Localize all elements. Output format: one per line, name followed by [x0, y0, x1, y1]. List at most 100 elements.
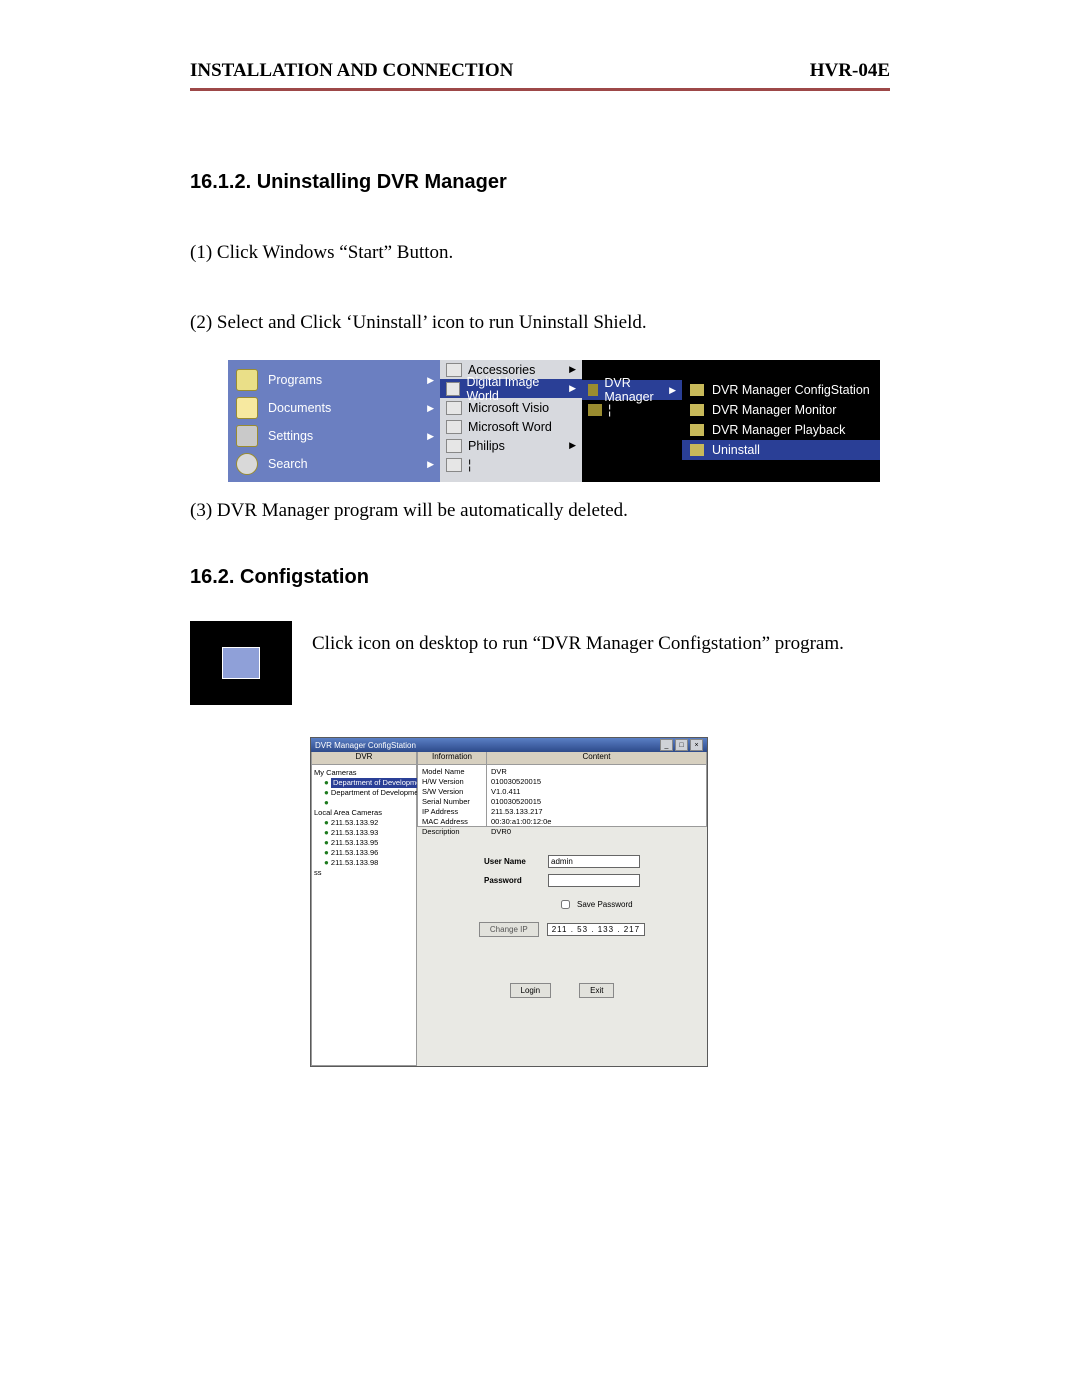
app-icon: [690, 444, 704, 456]
app-icon: [222, 647, 260, 679]
exit-button[interactable]: Exit: [579, 983, 614, 998]
tree-node[interactable]: Local Area Cameras: [314, 808, 414, 818]
window-title: DVR Manager ConfigStation: [315, 741, 416, 750]
start-menu-screenshot: Programs ▶ Documents ▶ Settings ▶ Search…: [228, 360, 880, 482]
chevron-right-icon: ▶: [569, 440, 576, 451]
info-key: MAC Address: [422, 817, 482, 827]
info-value: V1.0.411: [491, 787, 702, 797]
section-16-2-text: Click icon on desktop to run “DVR Manage…: [312, 621, 844, 655]
start-item-programs[interactable]: Programs ▶: [228, 366, 440, 394]
tree-node[interactable]: ● 211.53.133.93: [314, 828, 414, 838]
folder-icon: [588, 404, 602, 416]
save-password-label: Save Password: [577, 900, 633, 909]
tree-node[interactable]: ● 211.53.133.98: [314, 858, 414, 868]
chevron-right-icon: ▶: [427, 403, 434, 414]
submenu-item[interactable]: DVR Manager Playback: [682, 420, 880, 440]
tree-node[interactable]: ● Department of Development #1: [314, 778, 414, 788]
chevron-right-icon: ▶: [569, 383, 576, 394]
submenu-item[interactable]: DVR Manager Monitor: [682, 400, 880, 420]
program-icon: [446, 382, 460, 396]
start-item-search[interactable]: Search ▶: [228, 450, 440, 478]
info-key: Model Name: [422, 767, 482, 777]
password-label: Password: [484, 876, 538, 885]
dvr-item[interactable]: ¦: [582, 400, 682, 420]
section-16-2-title: 16.2. Configstation: [190, 566, 890, 589]
info-panel: Information Model NameH/W VersionS/W Ver…: [417, 752, 707, 827]
search-icon: [236, 453, 258, 475]
ip-address-field[interactable]: 211 . 53 . 133 . 217: [547, 923, 645, 936]
username-label: User Name: [484, 857, 538, 866]
login-button[interactable]: Login: [510, 983, 552, 998]
program-icon: [446, 439, 462, 453]
step-1: (1) Click Windows “Start” Button.: [190, 242, 890, 264]
save-password-checkbox[interactable]: [561, 900, 570, 909]
window-titlebar: DVR Manager ConfigStation _ □ ×: [311, 738, 707, 752]
change-ip-button[interactable]: Change IP: [479, 922, 539, 937]
header-right: HVR-04E: [810, 60, 890, 82]
step-3: (3) DVR Manager program will be automati…: [190, 500, 890, 522]
info-key: Serial Number: [422, 797, 482, 807]
username-input[interactable]: [548, 855, 640, 868]
chevron-right-icon: ▶: [427, 459, 434, 470]
step-2: (2) Select and Click ‘Uninstall’ icon to…: [190, 312, 890, 334]
app-icon: [690, 424, 704, 436]
program-icon: [446, 401, 462, 415]
submenu-item[interactable]: DVR Manager ConfigStation: [682, 380, 880, 400]
app-icon: [690, 404, 704, 416]
tree-node[interactable]: ● 211.53.133.96: [314, 848, 414, 858]
settings-icon: [236, 425, 258, 447]
dvr-tree[interactable]: My Cameras● Department of Development #1…: [312, 765, 416, 881]
password-input[interactable]: [548, 874, 640, 887]
tree-node[interactable]: ● 211.53.133.95: [314, 838, 414, 848]
program-item[interactable]: Philips▶: [440, 436, 582, 455]
info-header-left: Information: [418, 752, 486, 765]
start-item-documents[interactable]: Documents ▶: [228, 394, 440, 422]
close-button[interactable]: ×: [690, 739, 703, 751]
programs-submenu: Accessories▶Digital Image World▶Microsof…: [440, 360, 582, 482]
info-value: DVR: [491, 767, 702, 777]
chevron-right-icon: ▶: [669, 385, 676, 396]
folder-icon: [588, 384, 598, 396]
program-item[interactable]: Microsoft Word: [440, 417, 582, 436]
dvr-item[interactable]: DVR Manager▶: [582, 380, 682, 400]
info-value: 00:30:a1:00:12:0e: [491, 817, 702, 827]
program-icon: [446, 458, 462, 472]
maximize-button[interactable]: □: [675, 739, 688, 751]
program-icon: [446, 420, 462, 434]
info-value: 211.53.133.217: [491, 807, 702, 817]
documents-icon: [236, 397, 258, 419]
chevron-right-icon: ▶: [427, 375, 434, 386]
section-16-1-2-title: 16.1.2. Uninstalling DVR Manager: [190, 171, 890, 194]
tree-header: DVR: [312, 752, 416, 765]
info-value: 010030520015: [491, 797, 702, 807]
tree-node[interactable]: ●: [314, 798, 414, 808]
program-item[interactable]: Microsoft Visio: [440, 398, 582, 417]
configstation-window: DVR Manager ConfigStation _ □ × DVR My C…: [310, 737, 708, 1067]
tree-node[interactable]: ss: [314, 868, 414, 878]
header-rule: [190, 88, 890, 91]
minimize-button[interactable]: _: [660, 739, 673, 751]
programs-icon: [236, 369, 258, 391]
chevron-right-icon: ▶: [427, 431, 434, 442]
app-icon: [690, 384, 704, 396]
program-item[interactable]: ¦: [440, 455, 582, 474]
tree-node[interactable]: My Cameras: [314, 768, 414, 778]
configstation-desktop-icon[interactable]: [190, 621, 292, 705]
login-area: User Name Password Save Password Ch: [417, 827, 707, 1066]
dvr-tree-panel: DVR My Cameras● Department of Developmen…: [311, 752, 417, 1066]
header-left: INSTALLATION AND CONNECTION: [190, 60, 513, 82]
tree-node[interactable]: ● Department of Development #2: [314, 788, 414, 798]
start-item-settings[interactable]: Settings ▶: [228, 422, 440, 450]
info-header-right: Content: [487, 752, 706, 765]
dvr-manager-submenu: DVR Manager ConfigStationDVR Manager Mon…: [682, 360, 880, 482]
program-icon: [446, 363, 462, 377]
dvr-submenu: DVR Manager▶¦: [582, 360, 682, 482]
tree-node[interactable]: ● 211.53.133.92: [314, 818, 414, 828]
info-key: S/W Version: [422, 787, 482, 797]
chevron-right-icon: ▶: [569, 364, 576, 375]
program-item[interactable]: Digital Image World▶: [440, 379, 582, 398]
start-left-col: Programs ▶ Documents ▶ Settings ▶ Search…: [228, 360, 440, 482]
info-key: IP Address: [422, 807, 482, 817]
submenu-item[interactable]: Uninstall: [682, 440, 880, 460]
info-value: 010030520015: [491, 777, 702, 787]
